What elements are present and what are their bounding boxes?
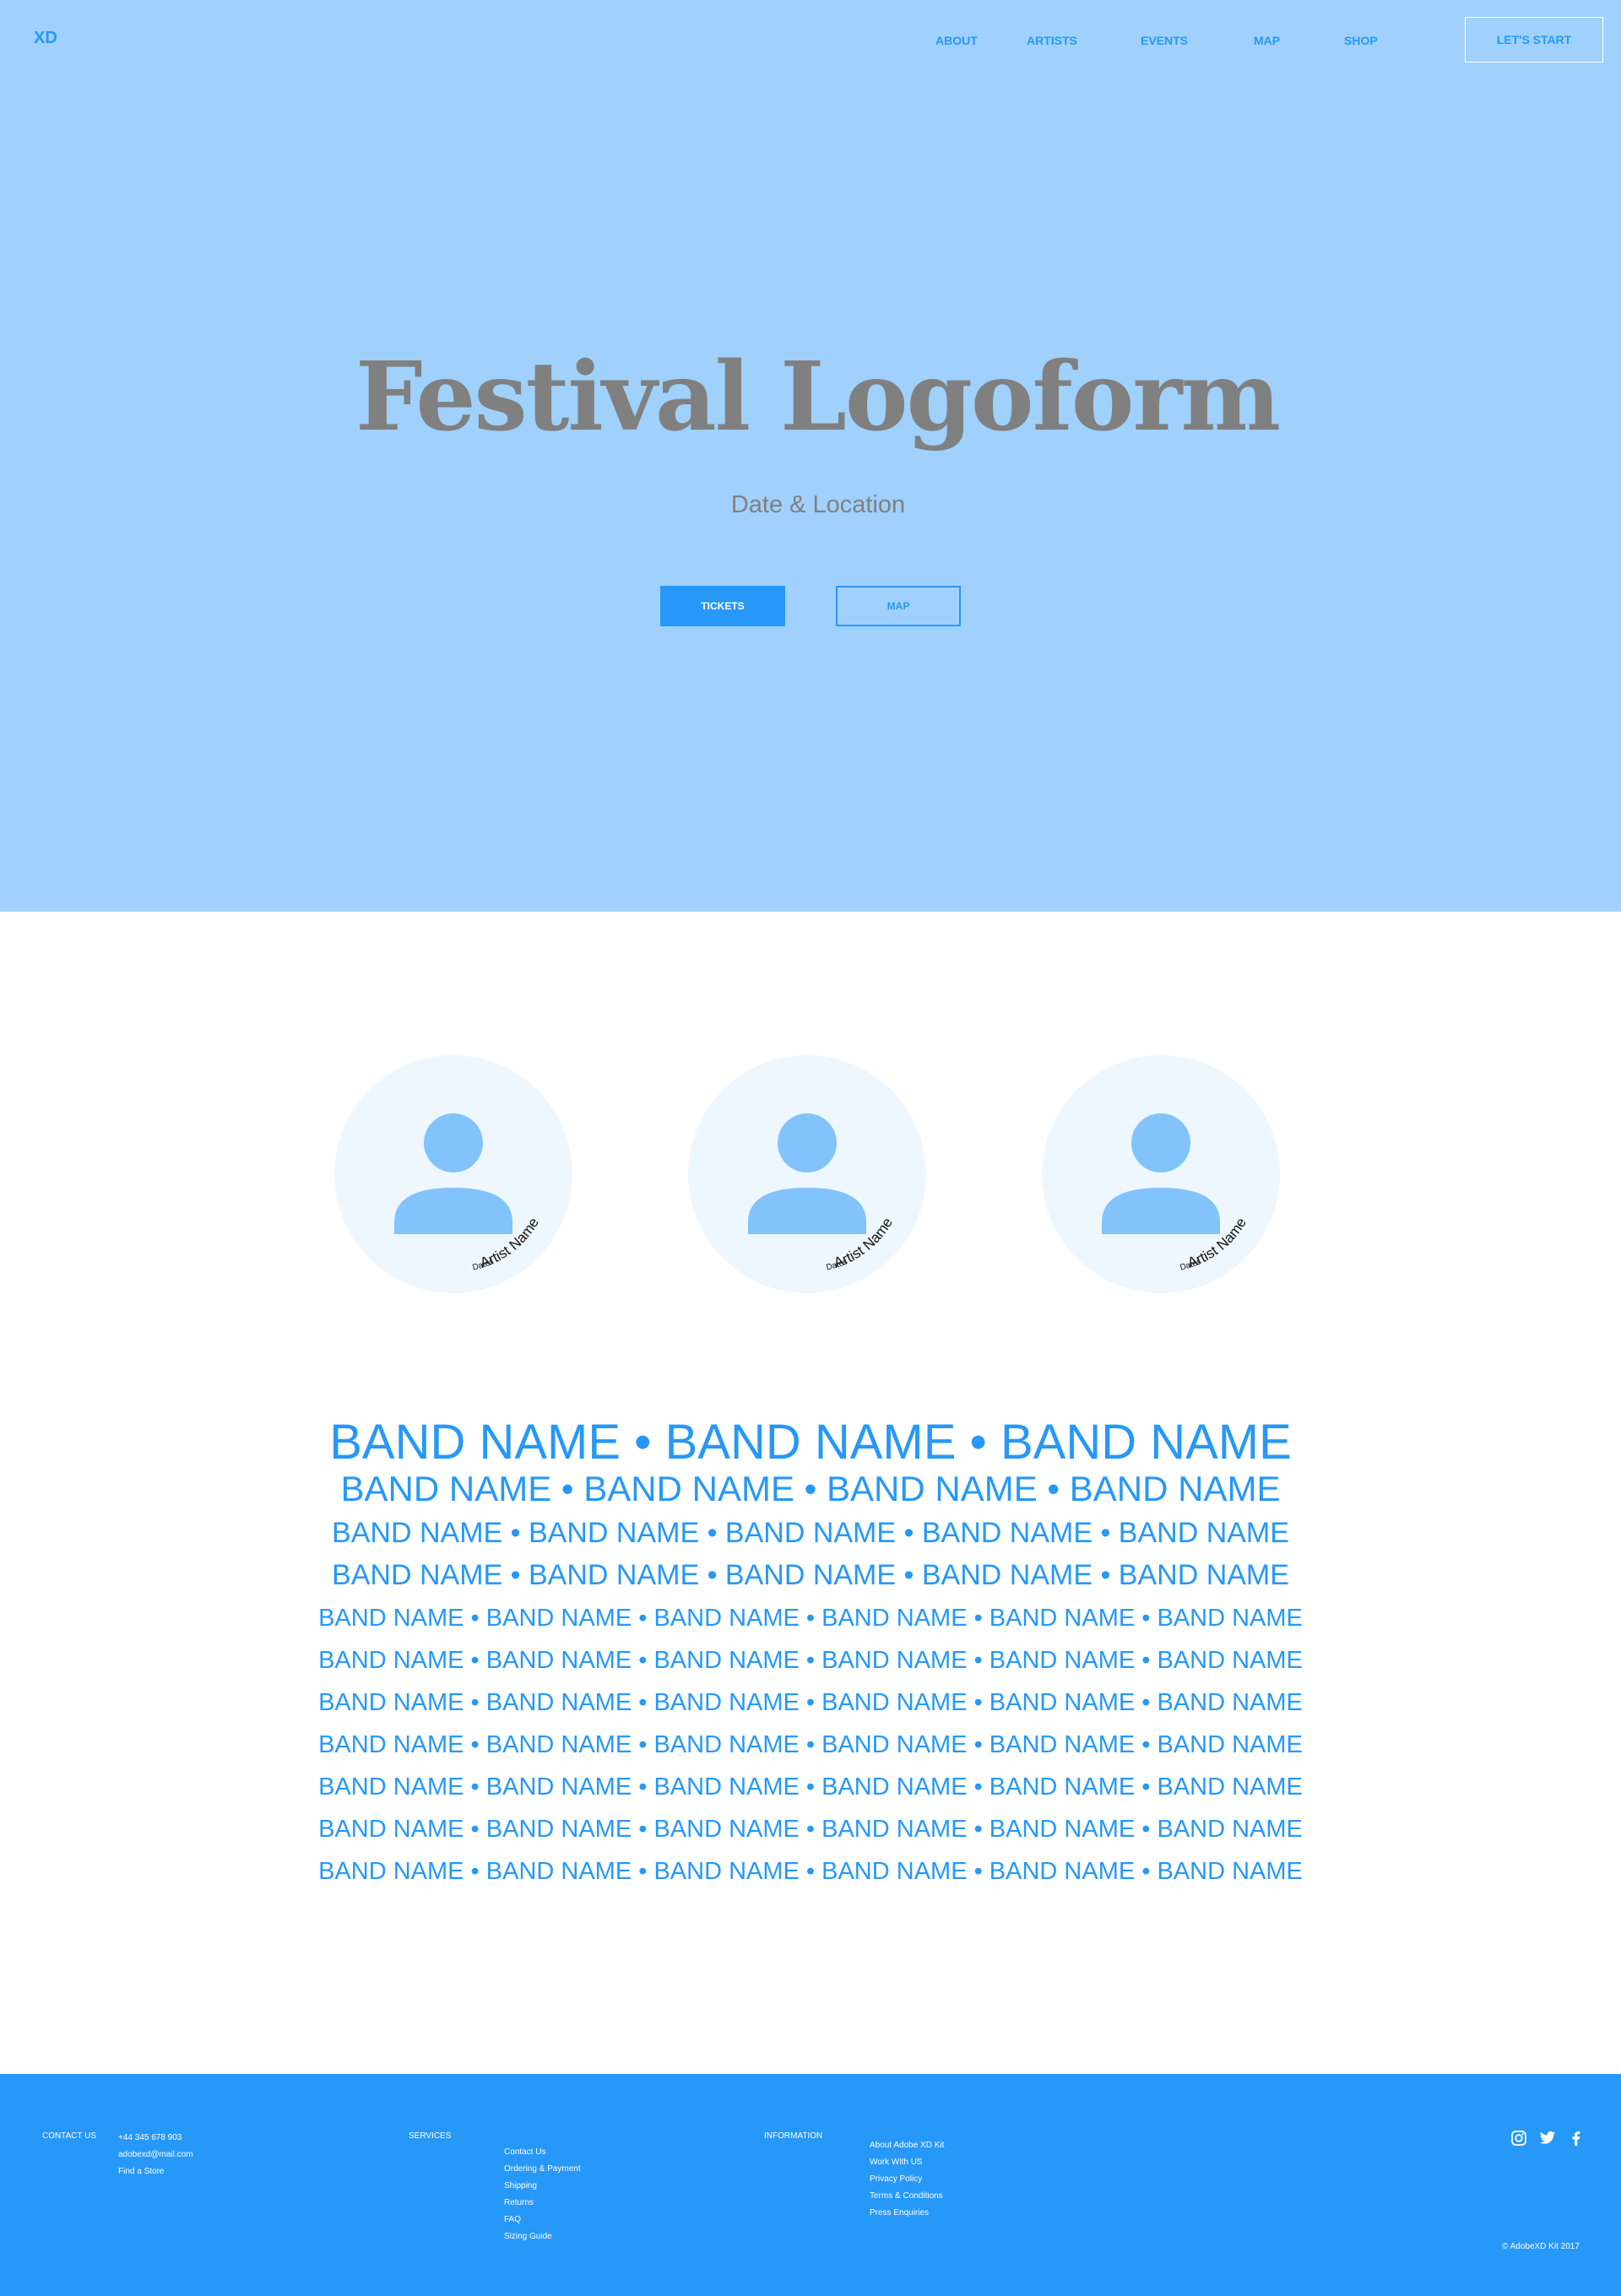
lineup-line: BAND NAME • BAND NAME • BAND NAME • BAND… [318,1605,1303,1632]
footer-services-link[interactable]: Ordering & Payment [504,2164,581,2174]
avatar-circle [688,1055,926,1293]
lineup-line: BAND NAME • BAND NAME • BAND NAME • BAND… [332,1517,1289,1549]
logo[interactable]: XD [34,29,57,48]
avatar-head [1131,1113,1190,1172]
facebook-icon[interactable] [1568,2130,1585,2147]
footer-services-link[interactable]: FAQ [504,2215,521,2224]
footer-services-link[interactable]: Contact Us [504,2147,545,2157]
footer-phone[interactable]: +44 345 678 903 [118,2133,182,2142]
hero-section: XD ABOUT ARTISTS EVENTS MAP SHOP LET'S S… [0,0,1621,912]
avatar-circle [334,1055,572,1293]
nav-events[interactable]: EVENTS [1141,34,1188,47]
twitter-icon[interactable] [1539,2130,1556,2147]
avatar-circle [1042,1055,1280,1293]
lineup-line: BAND NAME • BAND NAME • BAND NAME • BAND… [318,1689,1303,1716]
avatar-head [424,1113,483,1172]
footer-services-link[interactable]: Returns [504,2198,534,2207]
nav-about[interactable]: ABOUT [935,34,978,47]
festival-title: Festival Logoform [355,342,1281,452]
lineup-line: BAND NAME • BAND NAME • BAND NAME • BAND… [318,1816,1303,1843]
lineup-line: BAND NAME • BAND NAME • BAND NAME • BAND… [332,1559,1289,1591]
footer-services-heading: SERVICES [409,2131,452,2141]
footer-services-link[interactable]: Shipping [504,2181,537,2190]
footer-information-heading: INFORMATION [764,2131,823,2141]
footer-information-link[interactable]: Work With US [870,2158,923,2167]
tickets-button[interactable]: TICKETS [660,586,785,626]
artist-card[interactable]: Dates Artist Name [334,1055,572,1293]
nav-artists[interactable]: ARTISTS [1027,34,1077,47]
footer: CONTACT US +44 345 678 903 adobexd@mail.… [0,2074,1621,2296]
nav-map[interactable]: MAP [1254,34,1280,47]
footer-find-store[interactable]: Find a Store [118,2167,164,2176]
lineup-line: BAND NAME • BAND NAME • BAND NAME • BAND… [318,1647,1303,1674]
lineup-line: BAND NAME • BAND NAME • BAND NAME [329,1415,1292,1470]
instagram-icon[interactable] [1510,2130,1527,2147]
map-button[interactable]: MAP [836,586,961,626]
footer-information-link[interactable]: Privacy Policy [870,2174,922,2184]
artist-card[interactable]: Dates Artist Name [688,1055,926,1293]
artist-card[interactable]: Dates Artist Name [1042,1055,1280,1293]
lets-start-button[interactable]: LET'S START [1465,17,1603,62]
lineup-line: BAND NAME • BAND NAME • BAND NAME • BAND… [340,1469,1281,1508]
footer-services-link[interactable]: Sizing Guide [504,2232,552,2241]
lineup-line: BAND NAME • BAND NAME • BAND NAME • BAND… [318,1858,1303,1885]
avatar-head [778,1113,837,1172]
copyright: © AdobeXD Kit 2017 [1502,2242,1580,2251]
footer-information-link[interactable]: About Adobe XD Kit [870,2141,944,2150]
lineup-line: BAND NAME • BAND NAME • BAND NAME • BAND… [318,1731,1303,1758]
nav-shop[interactable]: SHOP [1344,34,1378,47]
footer-contact-heading: CONTACT US [42,2131,97,2141]
date-location: Date & Location [730,491,906,518]
footer-information-link[interactable]: Press Enquiries [870,2208,929,2217]
lineup-line: BAND NAME • BAND NAME • BAND NAME • BAND… [318,1773,1303,1801]
footer-email[interactable]: adobexd@mail.com [118,2150,193,2159]
footer-information-link[interactable]: Terms & Conditions [870,2191,943,2201]
